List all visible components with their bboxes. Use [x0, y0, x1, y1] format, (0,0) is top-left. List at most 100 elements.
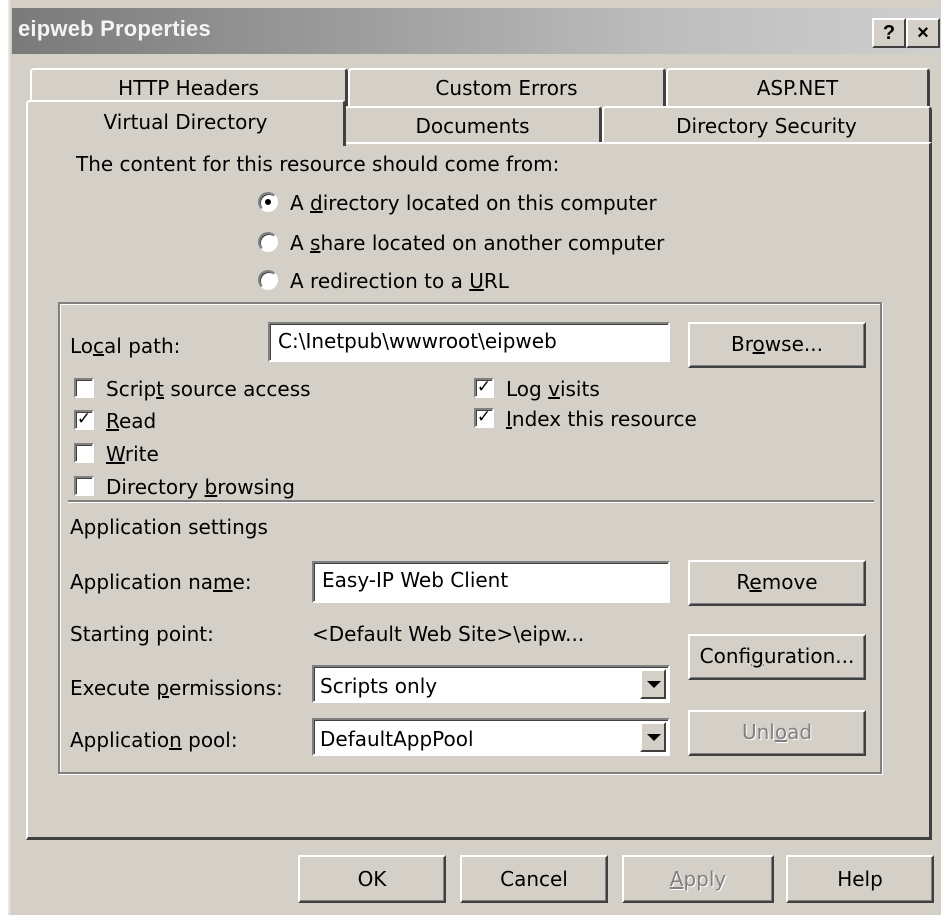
tab-label: HTTP Headers — [118, 76, 259, 100]
access-key: c — [93, 334, 105, 358]
active-tab-joint — [28, 142, 343, 146]
window-left-edge — [0, 0, 10, 915]
label-text: isits — [559, 377, 600, 401]
cancel-button[interactable]: Cancel — [460, 855, 608, 903]
label-text: pool: — [181, 728, 238, 752]
ok-button[interactable]: OK — [298, 855, 446, 903]
radio-local-directory[interactable] — [258, 192, 278, 212]
tab-asp-net[interactable]: ASP.NET — [666, 68, 930, 108]
access-key: A — [669, 867, 684, 891]
label-text: Application na — [70, 570, 214, 594]
starting-point-value: <Default Web Site>\eipw... — [312, 622, 585, 646]
starting-point-label: Starting point: — [70, 622, 214, 646]
tab-virtual-directory[interactable]: Virtual Directory — [26, 100, 346, 146]
access-key: g — [751, 644, 764, 668]
tab-directory-security[interactable]: Directory Security — [602, 106, 932, 144]
radio-local-directory-label[interactable]: A directory located on this computer — [290, 191, 657, 215]
label-text: ead — [119, 409, 157, 433]
radio-network-share[interactable] — [258, 232, 278, 252]
label-text: source access — [164, 377, 311, 401]
execute-permissions-select[interactable]: Scripts only — [312, 665, 670, 703]
chevron-down-icon[interactable] — [640, 669, 666, 699]
access-key: p — [156, 676, 170, 700]
access-key: o — [774, 720, 788, 744]
read-label[interactable]: Read — [106, 409, 156, 433]
tab-documents[interactable]: Documents — [344, 106, 602, 144]
directory-browsing-checkbox[interactable] — [74, 476, 94, 496]
index-resource-label[interactable]: Index this resource — [506, 407, 697, 431]
label-text: Directory — [106, 475, 205, 499]
access-key: R — [106, 409, 119, 433]
access-key: W — [106, 442, 125, 466]
label-text: wse... — [764, 332, 823, 356]
label-text: ad — [787, 720, 813, 744]
application-pool-label: Application pool: — [70, 728, 238, 752]
label-text: move — [761, 570, 818, 594]
application-name-input[interactable]: Easy-IP Web Client — [312, 561, 670, 603]
application-pool-value: DefaultAppPool — [320, 727, 474, 751]
tab-custom-errors[interactable]: Custom Errors — [348, 68, 666, 108]
write-checkbox[interactable] — [74, 443, 94, 463]
access-key: s — [310, 231, 321, 255]
label-text: ndex this resource — [511, 407, 697, 431]
index-resource-checkbox[interactable]: ✓ — [474, 408, 494, 428]
tab-label: Documents — [415, 114, 530, 138]
tab-label: ASP.NET — [756, 76, 839, 100]
access-key: m — [213, 570, 233, 594]
tab-label: Directory Security — [676, 114, 857, 138]
label-text: Scrip — [106, 377, 157, 401]
access-key: v — [548, 377, 560, 401]
application-settings-heading: Application settings — [70, 515, 268, 539]
label-text: Applicatio — [70, 728, 170, 752]
access-key: e — [749, 570, 762, 594]
access-key: o — [752, 332, 765, 356]
label-text: A — [290, 231, 311, 255]
chevron-down-icon[interactable] — [640, 722, 666, 752]
configuration-button[interactable]: Configuration... — [688, 634, 866, 680]
application-pool-select[interactable]: DefaultAppPool — [312, 718, 670, 756]
script-source-access-label[interactable]: Script source access — [106, 377, 311, 401]
label-text: Confi — [699, 644, 752, 668]
unload-button[interactable]: Unload — [688, 710, 866, 756]
write-label[interactable]: Write — [106, 442, 159, 466]
label-text: RL — [483, 269, 509, 293]
label-text: e: — [232, 570, 252, 594]
log-visits-checkbox[interactable]: ✓ — [474, 378, 494, 398]
radio-url-redirection-label[interactable]: A redirection to a URL — [290, 269, 509, 293]
label-text: Lo — [70, 334, 94, 358]
label-text: rowsing — [217, 475, 295, 499]
browse-button[interactable]: Browse... — [688, 322, 866, 368]
local-path-input[interactable]: C:\Inetpub\wwwroot\eipweb — [268, 322, 670, 362]
tab-label: Virtual Directory — [103, 110, 268, 134]
radio-selected-dot — [265, 199, 271, 205]
read-checkbox[interactable]: ✓ — [74, 410, 94, 430]
window-title: eipweb Properties — [18, 16, 211, 41]
apply-button[interactable]: Apply — [622, 855, 774, 903]
help-button[interactable]: Help — [786, 855, 934, 903]
label-text: al path: — [104, 334, 181, 358]
label-text: Execute — [70, 676, 157, 700]
label-text: hare located on another computer — [320, 231, 665, 255]
label-text: A redirection to a — [290, 269, 470, 293]
label-text: rite — [124, 442, 159, 466]
local-path-label: Local path: — [70, 334, 180, 358]
section-divider — [68, 500, 874, 503]
radio-url-redirection[interactable] — [258, 270, 278, 290]
access-key: U — [469, 269, 484, 293]
remove-button[interactable]: Remove — [688, 560, 866, 606]
directory-browsing-label[interactable]: Directory browsing — [106, 475, 295, 499]
access-key: d — [310, 191, 323, 215]
tab-label: Custom Errors — [435, 76, 578, 100]
label-text: Log — [506, 377, 549, 401]
label-text: uration... — [763, 644, 855, 668]
label-text: irectory located on this computer — [322, 191, 657, 215]
script-source-access-checkbox[interactable] — [74, 378, 94, 398]
radio-network-share-label[interactable]: A share located on another computer — [290, 231, 664, 255]
label-text: R — [736, 570, 750, 594]
label-text: ermissions: — [169, 676, 283, 700]
help-icon[interactable]: ? — [872, 18, 906, 48]
execute-permissions-value: Scripts only — [320, 674, 438, 698]
log-visits-label[interactable]: Log visits — [506, 377, 600, 401]
content-source-label: The content for this resource should com… — [76, 152, 560, 176]
close-icon[interactable]: × — [906, 18, 940, 48]
